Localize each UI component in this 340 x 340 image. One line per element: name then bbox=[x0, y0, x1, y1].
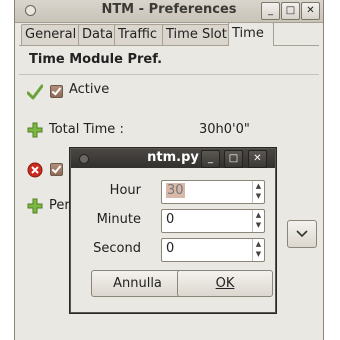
dialog-close-button[interactable]: ✕ bbox=[248, 150, 267, 168]
cancel-button[interactable]: Annulla bbox=[91, 270, 184, 297]
dialog-title: ntm.py bbox=[147, 150, 199, 165]
dialog-minimize-button[interactable]: _ bbox=[201, 150, 220, 168]
hour-spinbox[interactable]: 30 ▲ ▼ bbox=[161, 180, 265, 204]
second-spinbox[interactable]: 0 ▲ ▼ bbox=[161, 238, 265, 262]
tab-time-slot[interactable]: Time Slot bbox=[162, 24, 232, 45]
dialog-titlebar: ntm.py _ □ ✕ bbox=[71, 149, 275, 168]
tab-traffic[interactable]: Traffic bbox=[114, 24, 165, 45]
close-button[interactable]: ✕ bbox=[301, 2, 320, 20]
tab-data[interactable]: Data bbox=[78, 24, 118, 45]
tab-general[interactable]: General bbox=[21, 24, 81, 45]
ok-button[interactable]: OK bbox=[177, 270, 273, 297]
screen-frame: NTM - Preferences _ □ ✕ General Data Tra… bbox=[0, 0, 340, 340]
section-title: Time Module Pref. bbox=[29, 52, 163, 67]
maximize-button[interactable]: □ bbox=[281, 2, 300, 20]
second-label: Second bbox=[93, 241, 141, 256]
chevron-down-icon bbox=[296, 230, 308, 238]
hour-value[interactable]: 30 bbox=[166, 183, 185, 198]
checkmark-icon bbox=[27, 84, 43, 100]
hour-spin-arrows[interactable]: ▲ ▼ bbox=[252, 181, 264, 203]
hour-label: Hour bbox=[109, 183, 141, 198]
plus-icon bbox=[27, 122, 43, 138]
plus-icon bbox=[27, 198, 43, 214]
divider bbox=[19, 74, 319, 75]
minute-label: Minute bbox=[96, 212, 141, 227]
dialog-maximize-button[interactable]: □ bbox=[224, 150, 243, 168]
time-input-dialog: ntm.py _ □ ✕ Hour 30 ▲ ▼ Minute 0 ▲ ▼ Seco… bbox=[70, 148, 276, 313]
active-checkbox[interactable] bbox=[50, 85, 63, 98]
second-spin-arrows[interactable]: ▲ ▼ bbox=[252, 239, 264, 261]
period-label: Per bbox=[49, 198, 70, 213]
total-time-label: Total Time : bbox=[49, 122, 124, 137]
minimize-button[interactable]: _ bbox=[261, 2, 280, 20]
second-value[interactable]: 0 bbox=[166, 241, 174, 256]
period-dropdown-button[interactable] bbox=[287, 220, 317, 248]
total-time-value: 30h0'0" bbox=[199, 122, 250, 137]
window-titlebar: NTM - Preferences _ □ ✕ bbox=[15, 0, 323, 23]
active-label: Active bbox=[69, 82, 110, 97]
minute-value[interactable]: 0 bbox=[166, 212, 174, 227]
tab-time[interactable]: Time bbox=[228, 22, 274, 46]
minute-spinbox[interactable]: 0 ▲ ▼ bbox=[161, 209, 265, 233]
error-icon bbox=[27, 162, 43, 178]
minute-spin-arrows[interactable]: ▲ ▼ bbox=[252, 210, 264, 232]
reset-checkbox[interactable] bbox=[50, 163, 63, 176]
